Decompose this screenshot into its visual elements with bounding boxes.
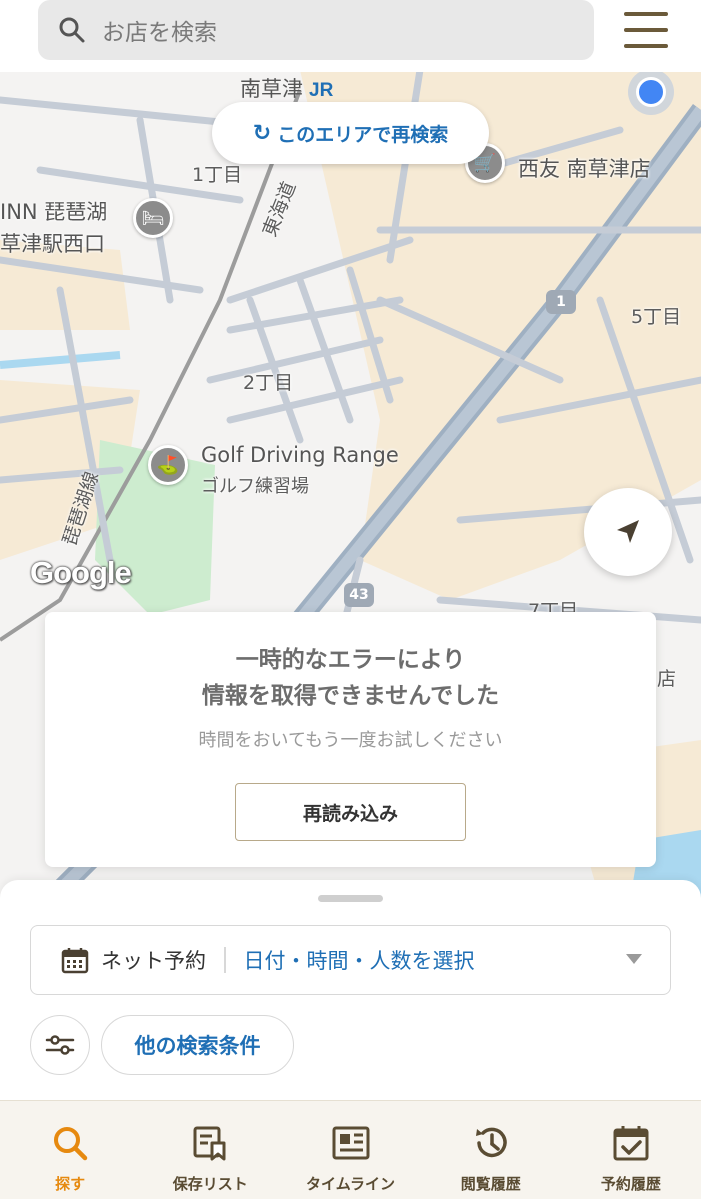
net-reservation-selector[interactable]: ネット予約 日付・時間・人数を選択 bbox=[30, 925, 671, 995]
hamburger-menu-icon[interactable] bbox=[624, 12, 668, 48]
nav-label: タイムライン bbox=[306, 1175, 395, 1193]
nav-label: 予約履歴 bbox=[600, 1175, 661, 1193]
nav-item-reservation-history[interactable]: 予約履歴 bbox=[561, 1101, 701, 1199]
research-area-label: このエリアで再検索 bbox=[277, 123, 449, 146]
navigation-arrow-icon bbox=[617, 520, 639, 543]
nav-item-view-history[interactable]: 閲覧履歴 bbox=[421, 1101, 561, 1199]
history-icon bbox=[475, 1127, 507, 1158]
map-label-chome2: 2丁目 bbox=[243, 372, 294, 394]
my-location-button[interactable] bbox=[584, 488, 672, 576]
map-label-golf-ja[interactable]: ゴルフ練習場 bbox=[201, 472, 309, 498]
map-label-chome5: 5丁目 bbox=[631, 306, 682, 328]
reservation-label: ネット予約 bbox=[101, 949, 206, 973]
route-43-shield: 43 bbox=[344, 583, 374, 607]
search-placeholder: お店を検索 bbox=[102, 20, 217, 46]
nav-label: 閲覧履歴 bbox=[460, 1175, 521, 1193]
search-icon bbox=[59, 17, 85, 43]
golf-icon[interactable]: ⛳ bbox=[148, 445, 188, 485]
error-subtitle: 時間をおいてもう一度お試しください bbox=[198, 730, 503, 751]
google-logo: Google bbox=[30, 555, 132, 590]
reload-button[interactable]: 再読み込み bbox=[235, 783, 466, 841]
calendar-check-icon bbox=[613, 1126, 649, 1161]
calendar-icon bbox=[61, 948, 89, 974]
error-title: 一時的なエラーにより 情報を取得できませんでした bbox=[201, 647, 500, 709]
bottom-sheet: ネット予約 日付・時間・人数を選択 他の検索条件 bbox=[0, 880, 701, 1100]
map-label-hotel-2[interactable]: 草津駅西口 bbox=[0, 228, 105, 258]
error-card: 一時的なエラーにより 情報を取得できませんでした 時間をおいてもう一度お試しくだ… bbox=[45, 612, 656, 867]
hotel-bed-icon[interactable]: 🛏 bbox=[133, 198, 173, 238]
bottom-nav: 探す 保存リスト タイムライン 閲覧履歴 予約履歴 bbox=[0, 1100, 701, 1199]
refresh-icon: ↻ bbox=[252, 120, 272, 146]
map-label-golf-en[interactable]: Golf Driving Range bbox=[201, 443, 399, 467]
map-label-store-partial: 店 bbox=[657, 668, 677, 690]
nav-label: 保存リスト bbox=[172, 1175, 248, 1193]
nav-item-search[interactable]: 探す bbox=[0, 1101, 140, 1199]
map-label-hotel-1[interactable]: INN 琵琶湖 bbox=[0, 196, 107, 226]
search-input[interactable]: お店を検索 bbox=[38, 0, 594, 60]
nav-item-saved-list[interactable]: 保存リスト bbox=[140, 1101, 280, 1199]
bookmark-list-icon bbox=[193, 1126, 226, 1161]
current-location-dot bbox=[636, 77, 666, 107]
chevron-down-icon bbox=[626, 954, 642, 964]
timeline-icon bbox=[332, 1126, 369, 1160]
divider bbox=[224, 947, 226, 973]
jr-logo-icon: JR bbox=[309, 80, 334, 101]
research-area-button[interactable]: ↻ このエリアで再検索 bbox=[212, 102, 489, 164]
reservation-value: 日付・時間・人数を選択 bbox=[243, 949, 475, 973]
other-conditions-button[interactable]: 他の検索条件 bbox=[101, 1015, 294, 1075]
station-label[interactable]: 南草津 JR bbox=[240, 73, 333, 103]
map-label-store[interactable]: 西友 南草津店 bbox=[518, 153, 651, 183]
route-1-shield: 1 bbox=[546, 290, 576, 314]
nav-label: 探す bbox=[55, 1175, 86, 1193]
search-icon bbox=[54, 1127, 88, 1161]
top-bar: お店を検索 bbox=[0, 0, 701, 72]
filter-button[interactable] bbox=[30, 1015, 90, 1075]
map-label-chome1: 1丁目 bbox=[192, 164, 243, 186]
sheet-drag-handle[interactable] bbox=[318, 895, 383, 902]
filter-sliders-icon bbox=[45, 1035, 75, 1055]
nav-item-timeline[interactable]: タイムライン bbox=[280, 1101, 420, 1199]
